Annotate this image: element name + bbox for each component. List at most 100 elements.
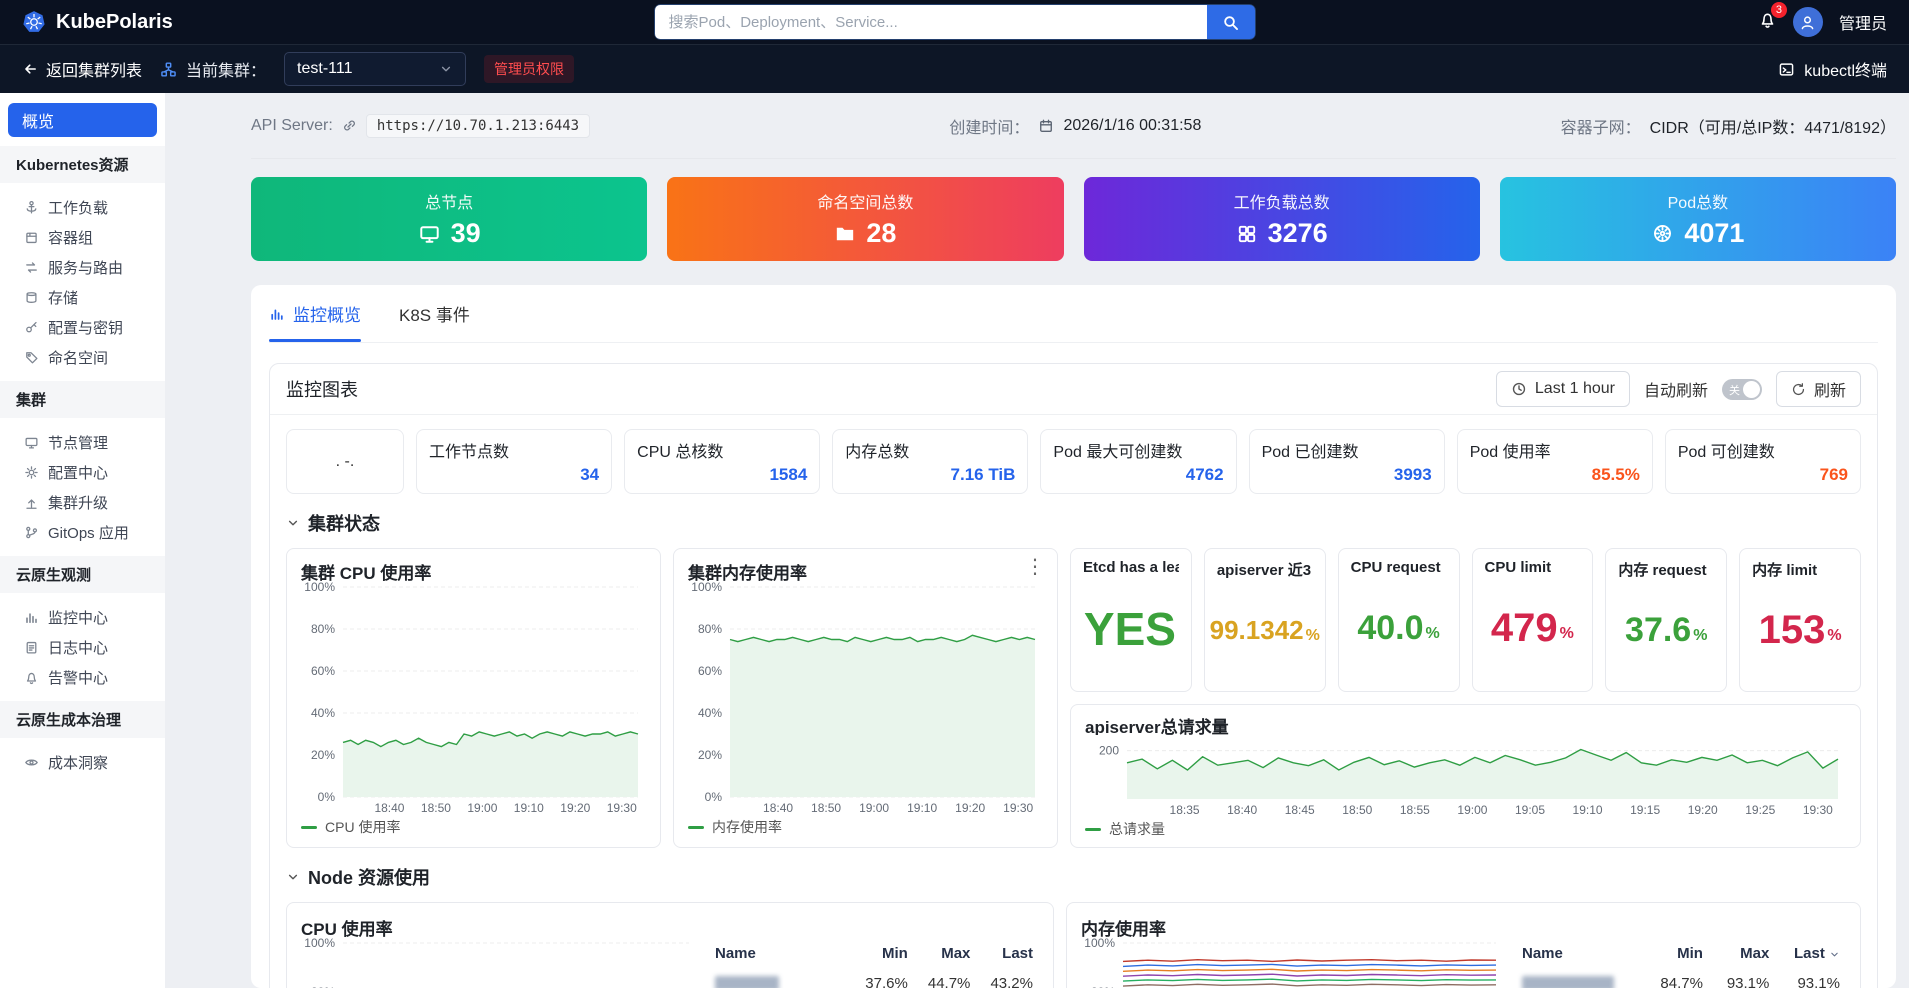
monitor-screen-icon [24,435,39,450]
sidebar-item-node-management[interactable]: 节点管理 [8,427,157,457]
tab-k8s-events[interactable]: K8S 事件 [399,285,470,342]
sidebar-item-services-routes[interactable]: 服务与路由 [8,252,157,282]
stat-card-partial: . -. [286,429,404,494]
back-to-cluster-list[interactable]: 返回集群列表 [22,57,142,81]
svg-text:19:00: 19:00 [467,801,497,815]
bar-chart-icon [24,610,39,625]
summary-card-workloads: 工作负载总数 3276 [1083,177,1480,261]
stat-card-pod-creatable: Pod 可创建数 769 [1664,429,1861,494]
notification-badge: 3 [1770,2,1787,18]
refresh-button[interactable]: 刷新 [1775,371,1861,407]
refresh-icon [1791,382,1806,397]
table-row: 37.6% 44.7% 43.2% [709,968,1039,988]
kubectl-terminal-button[interactable]: kubectl终端 [1778,57,1887,81]
svg-text:40%: 40% [311,706,335,720]
sidebar-item-monitoring-center[interactable]: 监控中心 [8,602,157,632]
svg-text:19:10: 19:10 [907,801,937,815]
terminal-icon [1778,61,1795,78]
svg-text:18:50: 18:50 [1342,803,1372,817]
brand: KubePolaris [22,10,173,34]
column-last-sortable[interactable]: Last [1775,937,1846,968]
sidebar-item-config-center[interactable]: 配置中心 [8,457,157,487]
sidebar-item-config-secrets[interactable]: 配置与密钥 [8,312,157,342]
kebab-menu-icon[interactable]: ⋮ [1025,557,1045,577]
search-button[interactable] [1206,5,1255,39]
svg-text:19:30: 19:30 [1003,801,1033,815]
sidebar-item-storage[interactable]: 存储 [8,282,157,312]
apiserver-requests-chart: 200 18:35 18:40 18:45 18:50 18:55 19:00 19:05 19… [1085,735,1846,819]
svg-text:19:05: 19:05 [1515,803,1545,817]
chevron-down-icon [286,516,300,530]
namespace-tag-icon [24,350,39,365]
sidebar-item-alert-center[interactable]: 告警中心 [8,662,157,692]
svg-text:18:50: 18:50 [421,801,451,815]
sidebar-item-overview[interactable]: 概览 [8,103,157,137]
main-content: API Server: https://10.70.1.213:6443 创建时… [165,93,1909,988]
folder-icon [834,223,856,245]
gauge-cpu-request: CPU request 40.0% [1337,548,1460,692]
summary-card-namespaces: 命名空间总数 28 [667,177,1064,261]
tab-bar: 监控概览 K8S 事件 [269,285,1878,343]
svg-text:100%: 100% [304,937,335,950]
column-max: Max [941,945,971,962]
svg-text:20%: 20% [311,748,335,762]
time-range-button[interactable]: Last 1 hour [1495,371,1630,407]
cluster-memory-chart-card: ⋮ 集群内存使用率 0% 20% 40% 60% 80% 100% 18:40 18:50 19… [673,548,1058,848]
section-node-resources[interactable]: Node 资源使用 [286,864,1861,890]
sidebar-item-pods[interactable]: 容器组 [8,222,157,252]
svg-text:19:00: 19:00 [859,801,889,815]
svg-text:19:30: 19:30 [1803,803,1833,817]
sidebar-section-observability: 云原生观测 [0,556,165,593]
gauge-etcd-leader: Etcd has a lea YES [1070,548,1192,692]
avatar[interactable] [1792,7,1823,37]
calendar-icon [1038,118,1054,134]
kubernetes-logo-icon [22,10,46,34]
svg-text:20%: 20% [698,748,722,762]
api-server-url: https://10.70.1.213:6443 [365,113,591,138]
node-memory-usage-chart: 0%20%40%60%80%100%18:4018:5019:0019:1019… [1081,937,1504,988]
stat-card-memory-total: 内存总数 7.16 TiB [832,429,1029,494]
sidebar-item-log-center[interactable]: 日志中心 [8,632,157,662]
tab-monitoring-overview[interactable]: 监控概览 [269,285,361,342]
node-cpu-usage-chart: 0%20%40%60%80%100%18:4018:5019:0019:1019… [301,937,697,988]
sidebar-item-cost-insight[interactable]: 成本洞察 [8,747,157,777]
gear-icon [24,465,39,480]
svg-text:60%: 60% [698,664,722,678]
svg-text:200: 200 [1099,744,1119,758]
column-last[interactable]: Last [976,937,1039,968]
user-icon [1799,14,1816,31]
document-icon [24,640,39,655]
stat-card-pod-usage: Pod 使用率 85.5% [1456,429,1653,494]
notifications-button[interactable]: 3 [1758,2,1787,34]
section-cluster-status[interactable]: 集群状态 [286,510,1861,536]
svg-text:18:55: 18:55 [1400,803,1430,817]
svg-text:18:50: 18:50 [811,801,841,815]
sidebar-item-gitops-apps[interactable]: GitOps 应用 [8,517,157,547]
search-icon [1222,14,1239,31]
sidebar-item-cluster-upgrade[interactable]: 集群升级 [8,487,157,517]
svg-text:60%: 60% [311,664,335,678]
link-icon [342,118,357,133]
search-input[interactable] [654,5,1207,39]
column-min: Min [882,945,908,962]
monitor-chart-title: 监控图表 [286,380,358,400]
stat-card-worker-nodes: 工作节点数 34 [416,429,613,494]
column-max: Max [1740,945,1770,962]
cluster-icon [160,61,177,78]
stat-card-pod-max: Pod 最大可创建数 4762 [1040,429,1237,494]
eye-icon [24,755,39,770]
git-branch-icon [24,525,39,540]
gauge-memory-request: 内存 request 37.6% [1605,548,1728,692]
sidebar-item-namespaces[interactable]: 命名空间 [8,342,157,372]
svg-text:18:45: 18:45 [1285,803,1315,817]
storage-icon [24,290,39,305]
toggle-knob [1742,380,1760,398]
svg-text:18:40: 18:40 [374,801,404,815]
svg-text:100%: 100% [1084,937,1115,950]
auto-refresh-toggle[interactable]: 关 [1721,378,1762,400]
cluster-status-grid: 集群 CPU 使用率 0% 20% 40% 60% 80% 100% 18:40 18:50 1… [286,548,1861,848]
cluster-select[interactable]: test-111 [284,52,467,86]
clock-icon [1511,381,1527,397]
svg-text:18:40: 18:40 [1227,803,1257,817]
sidebar-item-workloads[interactable]: 工作负载 [8,192,157,222]
